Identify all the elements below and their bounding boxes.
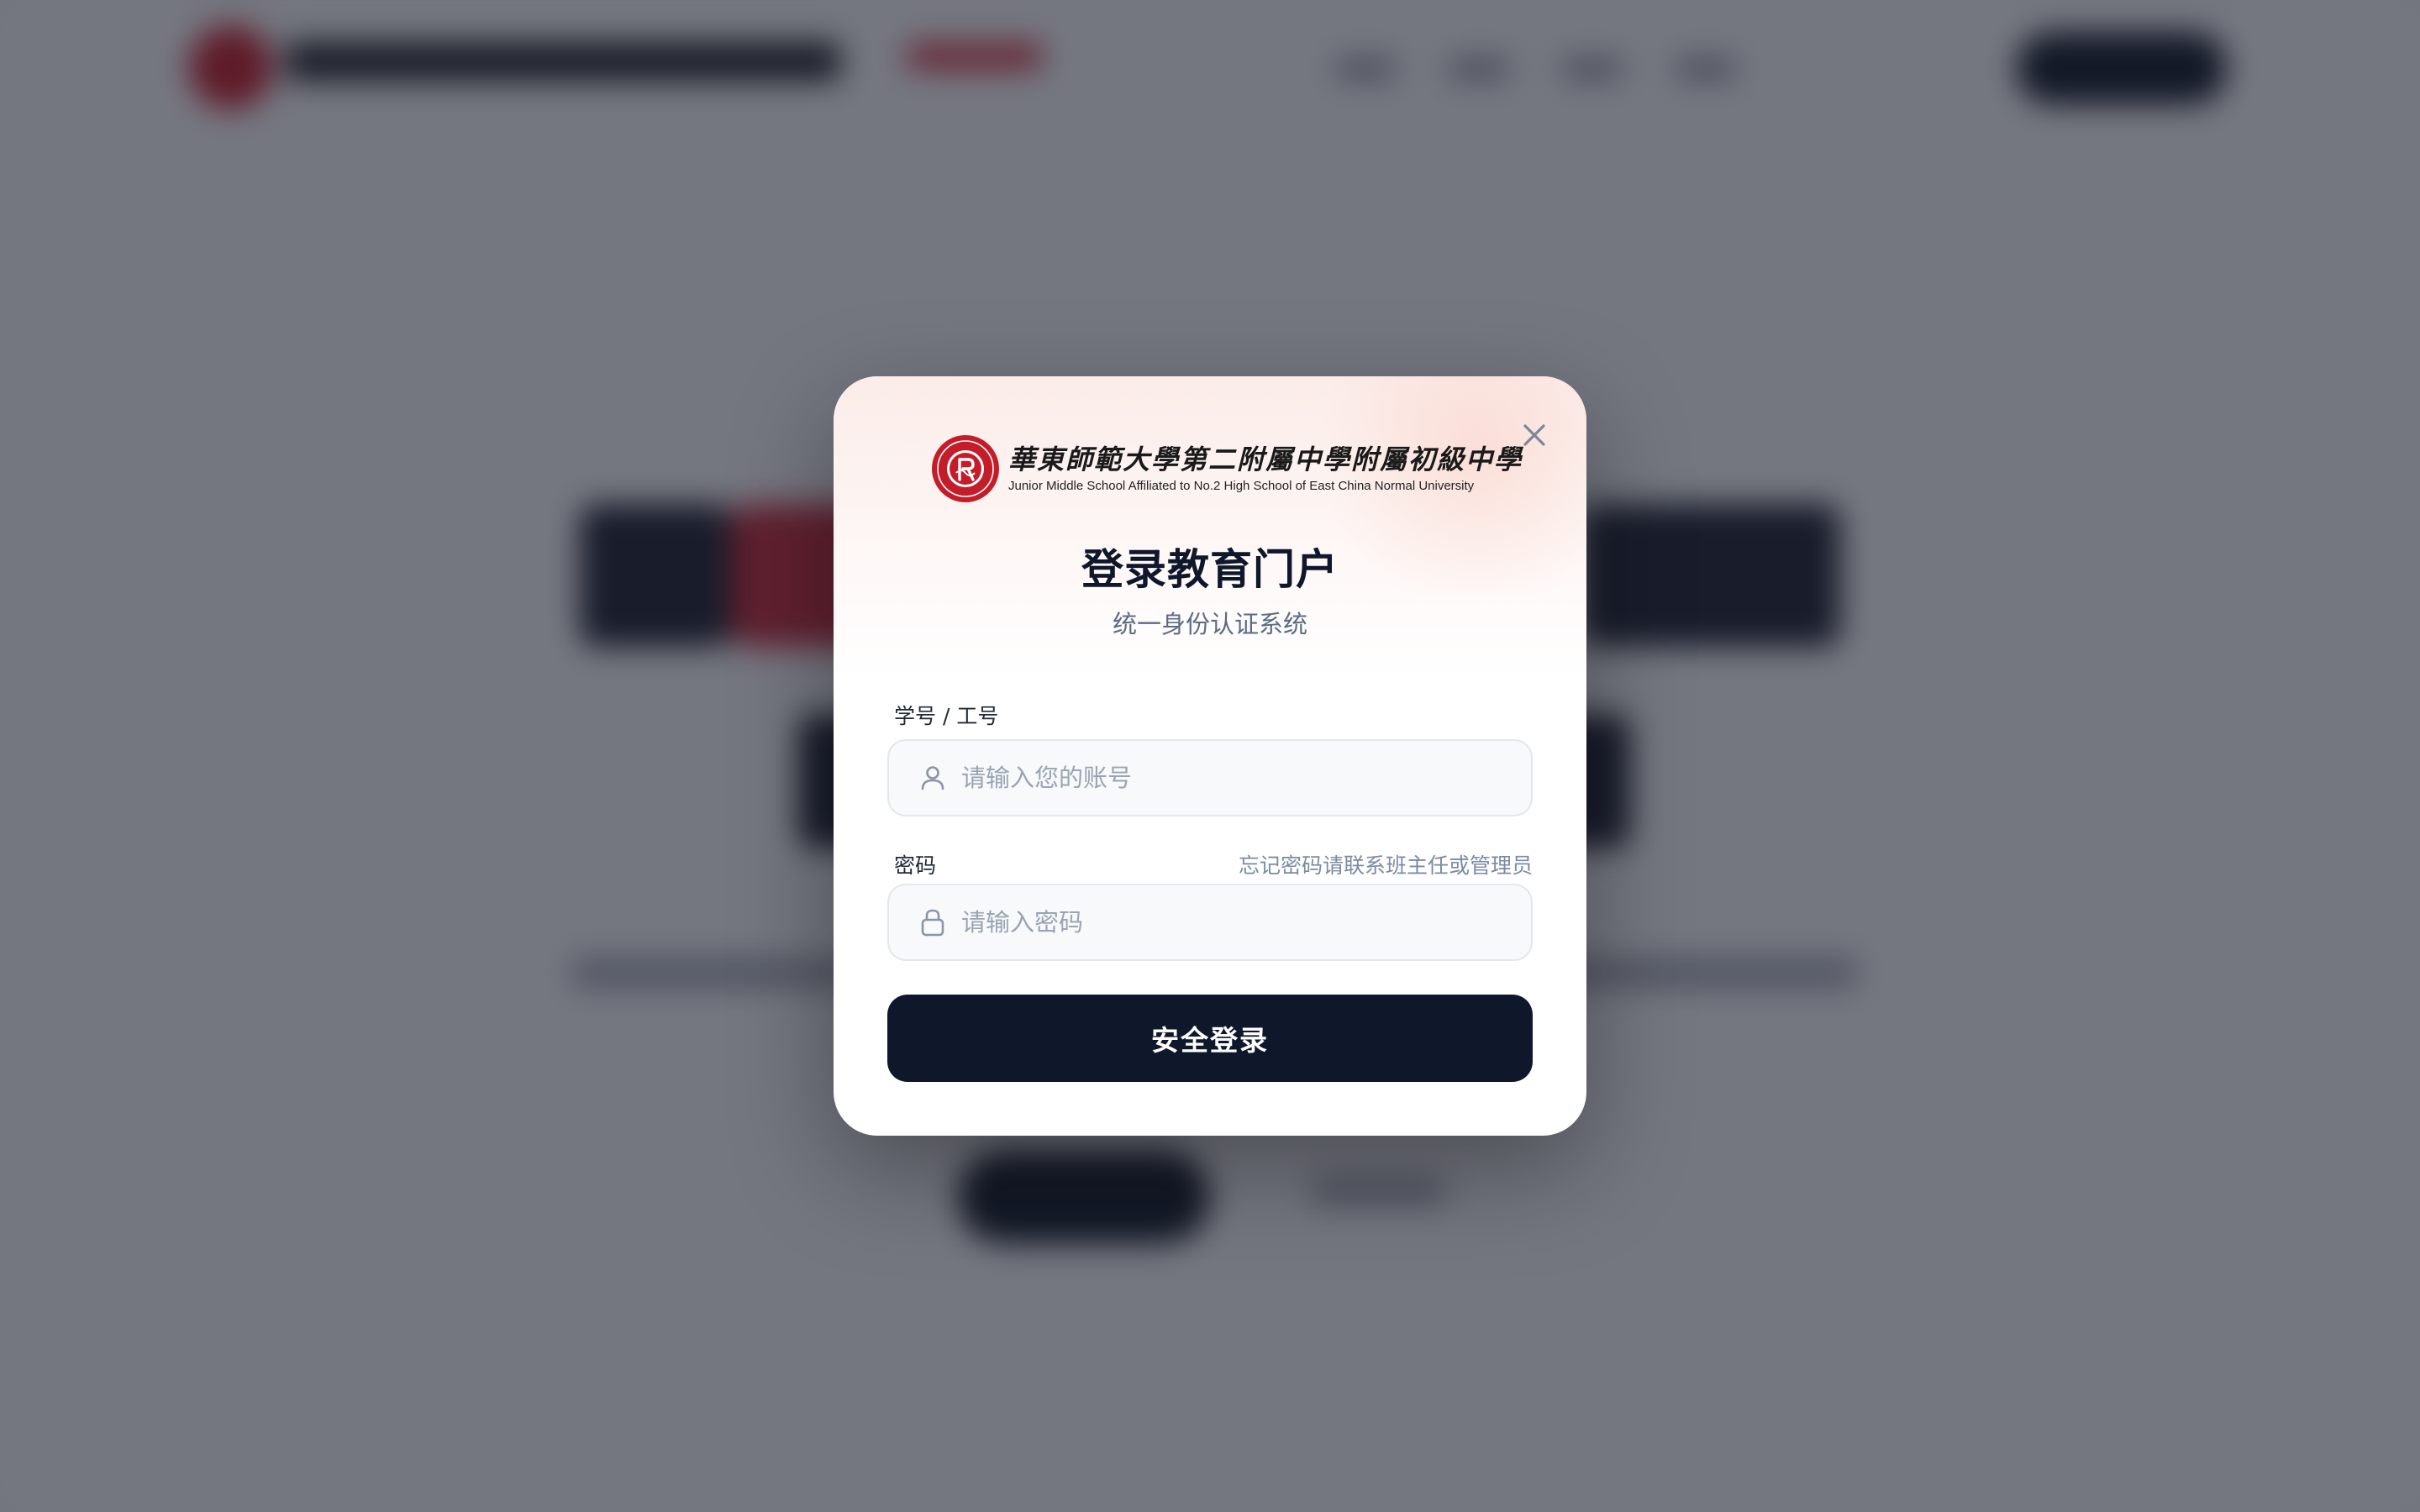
school-name-english: Junior Middle School Affiliated to No.2 … bbox=[1008, 479, 1475, 493]
login-modal: 華東師範大學第二附屬中學附屬初級中學 Junior Middle School … bbox=[834, 376, 1586, 1136]
account-field[interactable] bbox=[887, 739, 1533, 816]
school-name-chinese: 華東師範大學第二附屬中學附屬初級中學 bbox=[1008, 444, 1523, 475]
forgot-password-link[interactable]: 忘记密码请联系班主任或管理员 bbox=[1239, 849, 1533, 879]
school-seal-icon bbox=[932, 435, 999, 502]
account-input[interactable] bbox=[961, 753, 1499, 803]
account-label: 学号 / 工号 bbox=[894, 704, 999, 728]
modal-title: 登录教育门户 bbox=[1081, 545, 1339, 594]
close-icon bbox=[1523, 424, 1545, 446]
lock-icon bbox=[921, 909, 944, 937]
password-input[interactable] bbox=[961, 897, 1499, 948]
school-brand: 華東師範大學第二附屬中學附屬初級中學 Junior Middle School … bbox=[931, 427, 1521, 511]
secure-login-button[interactable]: 安全登录 bbox=[887, 995, 1533, 1082]
password-field[interactable] bbox=[887, 884, 1533, 961]
password-label: 密码 bbox=[894, 853, 937, 878]
user-icon bbox=[921, 766, 944, 790]
modal-subtitle: 统一身份认证系统 bbox=[1112, 610, 1307, 638]
